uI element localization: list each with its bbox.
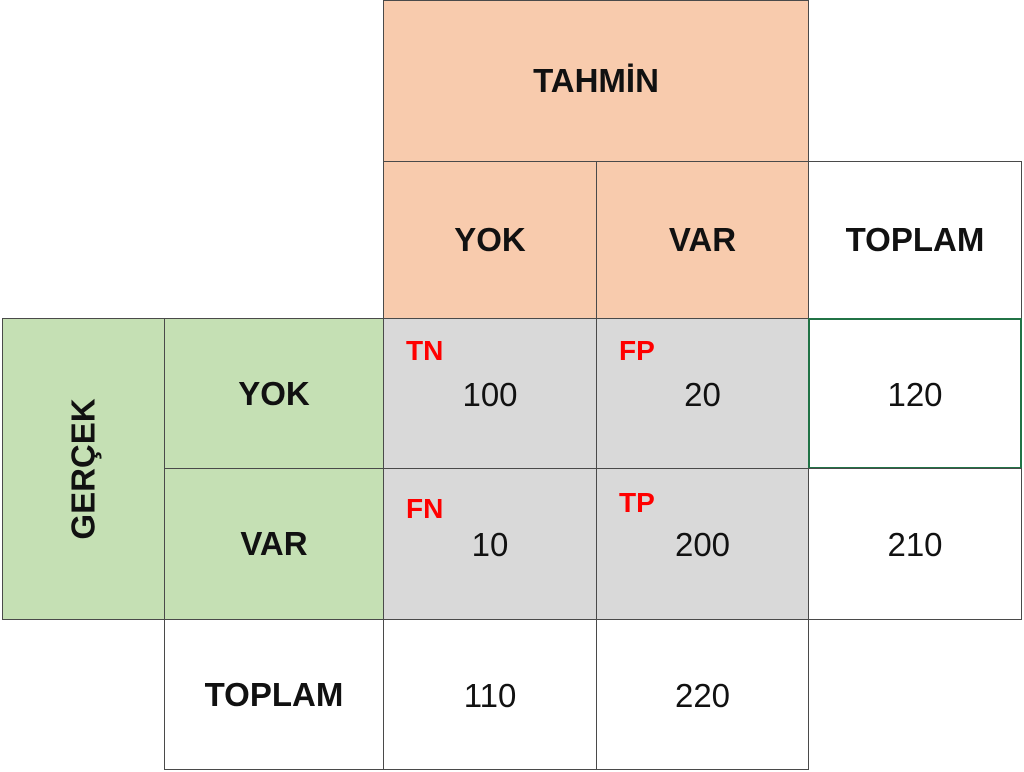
actual-header-label: GERÇEK bbox=[64, 398, 102, 540]
row-yes-total-cell[interactable]: 210 bbox=[808, 468, 1022, 620]
tn-tag: TN bbox=[406, 335, 444, 366]
predicted-no-header: YOK bbox=[383, 161, 597, 319]
false-positive-cell[interactable]: FP 20 bbox=[596, 318, 809, 469]
fn-value: 10 bbox=[471, 526, 509, 563]
actual-header: GERÇEK bbox=[2, 318, 165, 620]
bottom-total-label: TOPLAM bbox=[164, 619, 384, 770]
actual-no-header: YOK bbox=[164, 318, 384, 469]
col-yes-total-cell[interactable]: 220 bbox=[596, 619, 809, 770]
fp-value: 20 bbox=[684, 375, 721, 413]
fn-tag: FN bbox=[406, 493, 444, 524]
predicted-yes-header: VAR bbox=[596, 161, 809, 319]
true-negative-cell[interactable]: TN 100 bbox=[383, 318, 597, 469]
total-column-header: TOPLAM bbox=[808, 161, 1022, 319]
tn-value: 100 bbox=[462, 375, 518, 413]
true-positive-cell[interactable]: TP 200 bbox=[596, 468, 809, 620]
row-no-total-cell[interactable]: 120 bbox=[808, 318, 1022, 469]
col-no-total-cell[interactable]: 110 bbox=[383, 619, 597, 770]
fp-tag: FP bbox=[619, 335, 655, 366]
tp-value: 200 bbox=[674, 526, 731, 563]
false-negative-cell[interactable]: FN 10 bbox=[383, 468, 597, 620]
tp-tag: TP bbox=[619, 487, 655, 518]
predicted-header: TAHMİN bbox=[383, 0, 809, 162]
actual-yes-header: VAR bbox=[164, 468, 384, 620]
